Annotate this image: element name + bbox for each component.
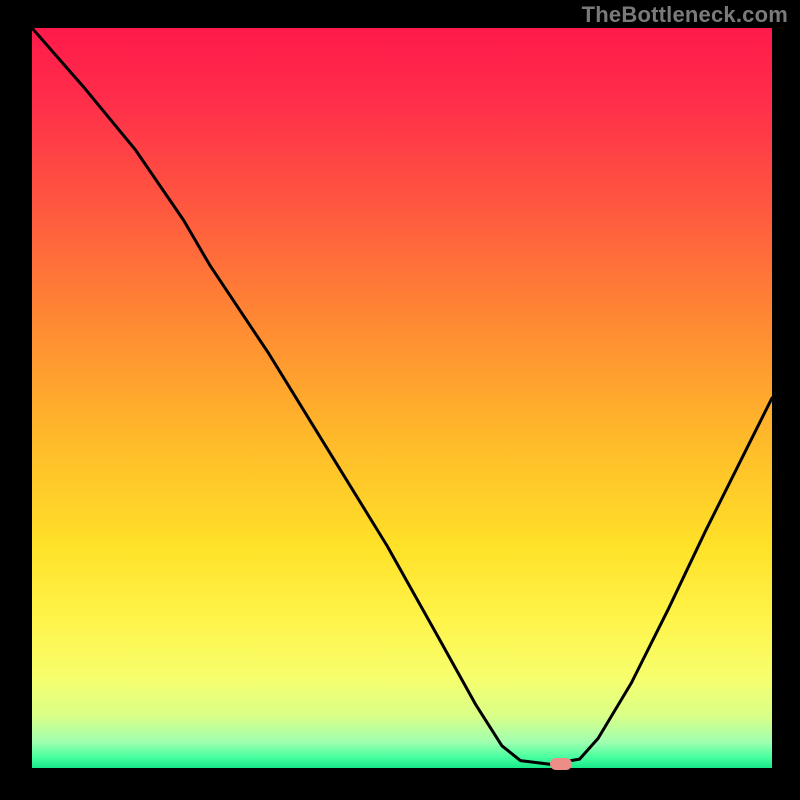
bottleneck-chart	[0, 0, 800, 800]
watermark-text: TheBottleneck.com	[582, 2, 788, 28]
chart-frame: TheBottleneck.com	[0, 0, 800, 800]
plot-background	[32, 28, 772, 768]
optimal-marker	[550, 758, 572, 770]
